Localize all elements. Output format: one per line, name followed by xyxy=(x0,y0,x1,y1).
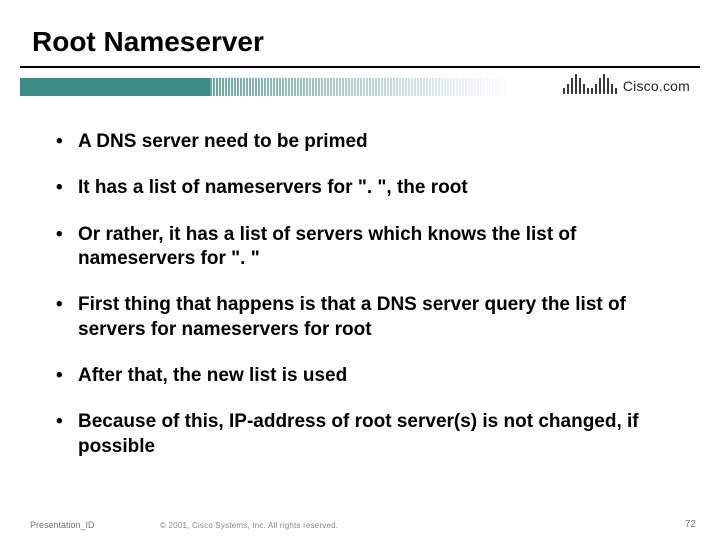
title-underline xyxy=(20,66,700,68)
logo-bar xyxy=(567,84,569,94)
bullet-item: Because of this, IP-address of root serv… xyxy=(56,410,666,459)
presentation-id: Presentation_ID xyxy=(30,520,95,530)
logo-bar xyxy=(591,88,593,94)
logo-bar xyxy=(571,78,573,94)
slide-title: Root Nameserver xyxy=(32,26,264,58)
bullet-item: A DNS server need to be primed xyxy=(56,130,666,154)
logo-bar xyxy=(607,78,609,94)
bullet-list: A DNS server need to be primed It has a l… xyxy=(56,130,666,459)
brand-band-gradient xyxy=(210,78,510,96)
copyright-text: © 2001, Cisco Systems, Inc. All rights r… xyxy=(160,521,338,530)
bullet-item: Or rather, it has a list of servers whic… xyxy=(56,223,666,272)
bullet-item: First thing that happens is that a DNS s… xyxy=(56,293,666,342)
logo-bar xyxy=(575,74,577,94)
logo-bar xyxy=(579,78,581,94)
bullet-item: It has a list of nameservers for ". ", t… xyxy=(56,176,666,200)
brand-band-solid xyxy=(20,78,210,96)
bullet-item: After that, the new list is used xyxy=(56,364,666,388)
logo-bar xyxy=(599,78,601,94)
logo-bar xyxy=(587,88,589,94)
logo-bar xyxy=(611,84,613,94)
cisco-logo: Cisco.com xyxy=(563,74,690,94)
logo-bar xyxy=(603,74,605,94)
logo-bar xyxy=(615,88,617,94)
slide: Root Nameserver Cisco.com A DNS server n… xyxy=(0,0,720,540)
content-area: A DNS server need to be primed It has a l… xyxy=(56,130,666,481)
logo-bar xyxy=(583,84,585,94)
cisco-logo-bars-icon xyxy=(563,74,617,94)
logo-bar xyxy=(563,88,565,94)
page-number: 72 xyxy=(685,519,696,530)
footer: Presentation_ID © 2001, Cisco Systems, I… xyxy=(0,512,720,530)
logo-bar xyxy=(595,84,597,94)
cisco-logo-text: Cisco.com xyxy=(623,78,690,94)
